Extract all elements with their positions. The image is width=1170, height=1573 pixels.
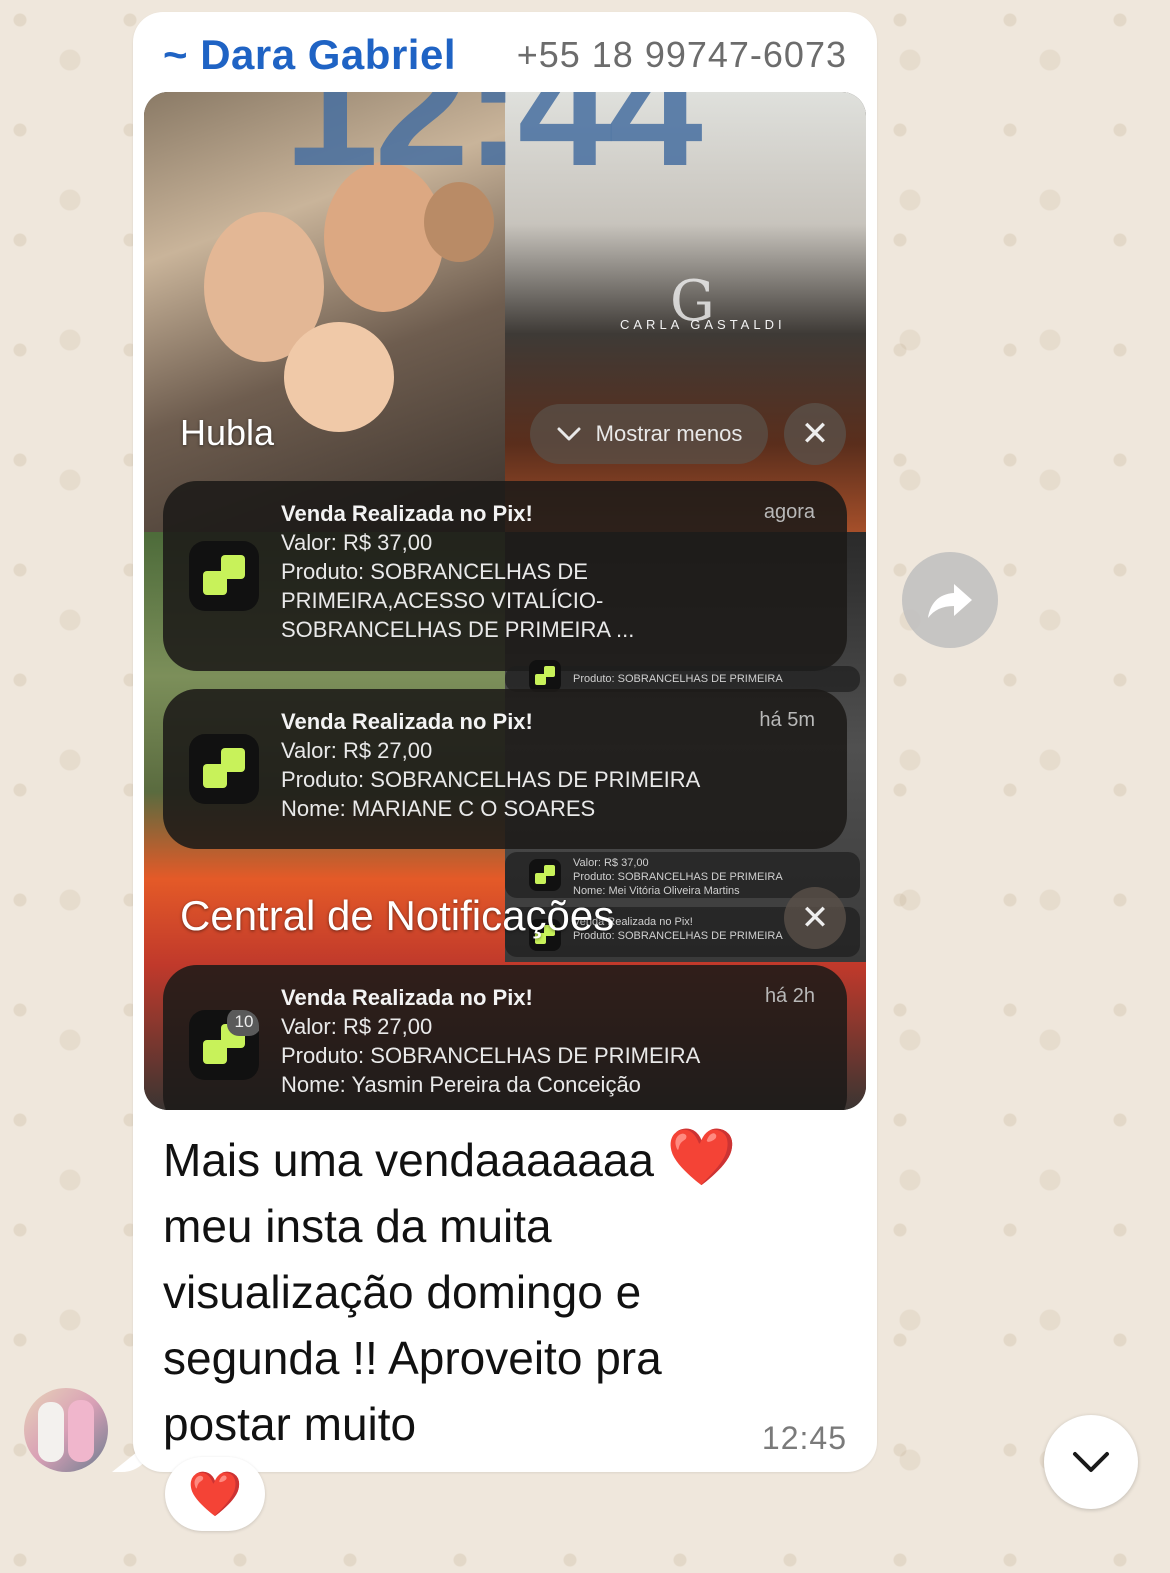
notification-line: Nome: Yasmin Pereira da Conceição: [281, 1072, 641, 1097]
hubla-group-label: Hubla: [180, 412, 275, 453]
lockscreen-clock: 12:44: [284, 92, 703, 202]
notification-3[interactable]: 10 há 2h Venda Realizada no Pix! Valor: …: [163, 965, 847, 1110]
stacked-notification-line: Produto: SOBRANCELHAS DE PRIMEIRA: [573, 673, 783, 685]
show-less-button[interactable]: Mostrar menos: [530, 404, 768, 464]
close-group-button[interactable]: ✕: [784, 403, 846, 465]
brand-logo: G CARLA GASTALDI: [620, 269, 786, 334]
notification-title: Venda Realizada no Pix!: [281, 985, 533, 1010]
chevron-down-icon: [557, 427, 581, 441]
close-icon: ✕: [800, 899, 830, 937]
hubla-app-icon: 10: [189, 1010, 259, 1080]
sender-name[interactable]: ~ Dara Gabriel: [163, 31, 456, 79]
notification-count-badge: 10: [227, 1010, 259, 1036]
clear-notifications-button[interactable]: ✕: [784, 887, 846, 949]
caption-line: postar muito: [163, 1398, 417, 1450]
notification-line: Valor: R$ 27,00: [281, 738, 433, 763]
notification-2[interactable]: há 5m Venda Realizada no Pix! Valor: R$ …: [163, 689, 847, 849]
heart-emoji: ❤️: [187, 1470, 243, 1519]
sender-row: ~ Dara Gabriel +55 18 99747-6073: [163, 30, 847, 80]
caption-line: meu insta da muita: [163, 1200, 552, 1252]
notification-line: Produto: SOBRANCELHAS DE PRIMEIRA: [281, 767, 701, 792]
caption-line: Mais uma vendaaaaaaa: [163, 1134, 654, 1186]
notification-line: Produto: SOBRANCELHAS DE: [281, 559, 588, 584]
message-time: 12:45: [761, 1420, 847, 1456]
notification-line: SOBRANCELHAS DE PRIMEIRA ...: [281, 617, 635, 642]
hubla-app-icon: [189, 541, 259, 611]
notification-line: Valor: R$ 37,00: [281, 530, 433, 555]
notification-line: Produto: SOBRANCELHAS DE PRIMEIRA: [281, 1043, 701, 1068]
heart-reaction[interactable]: ❤️: [165, 1457, 265, 1531]
sender-avatar[interactable]: [24, 1388, 108, 1472]
show-less-label: Mostrar menos: [595, 421, 743, 446]
notification-center-label: Central de Notificações: [180, 892, 615, 939]
notification-line: Valor: R$ 27,00: [281, 1014, 433, 1039]
notification-line: PRIMEIRA,ACESSO VITALÍCIO-: [281, 588, 604, 613]
notification-title: Venda Realizada no Pix!: [281, 501, 533, 526]
forward-button[interactable]: [902, 552, 998, 648]
heart-emoji: ❤️: [666, 1125, 737, 1188]
notification-line: Nome: MARIANE C O SOARES: [281, 796, 596, 821]
hubla-app-icon: [189, 734, 259, 804]
notification-1[interactable]: agora Venda Realizada no Pix! Valor: R$ …: [163, 481, 847, 671]
caption-line: visualização domingo e: [163, 1266, 642, 1318]
close-icon: ✕: [800, 415, 830, 453]
message-caption: Mais uma vendaaaaaaa ❤️ meu insta da mui…: [163, 1124, 823, 1457]
forward-icon: [928, 584, 972, 618]
chevron-down-icon: [1073, 1452, 1109, 1472]
sender-phone: +55 18 99747-6073: [516, 34, 847, 75]
caption-line: segunda !! Aproveito pra: [163, 1332, 662, 1384]
notification-title: Venda Realizada no Pix!: [281, 709, 533, 734]
stacked-notification-line: Valor: R$ 37,00: [573, 857, 649, 869]
scroll-to-bottom-button[interactable]: [1044, 1415, 1138, 1509]
stacked-notification-line: Produto: SOBRANCELHAS DE PRIMEIRA: [573, 871, 783, 883]
message-bubble[interactable]: ~ Dara Gabriel +55 18 99747-6073 G CARLA…: [133, 12, 877, 1472]
screenshot-image[interactable]: G CARLA GASTALDI 12:44 Hubla Mostrar men…: [144, 92, 866, 1110]
